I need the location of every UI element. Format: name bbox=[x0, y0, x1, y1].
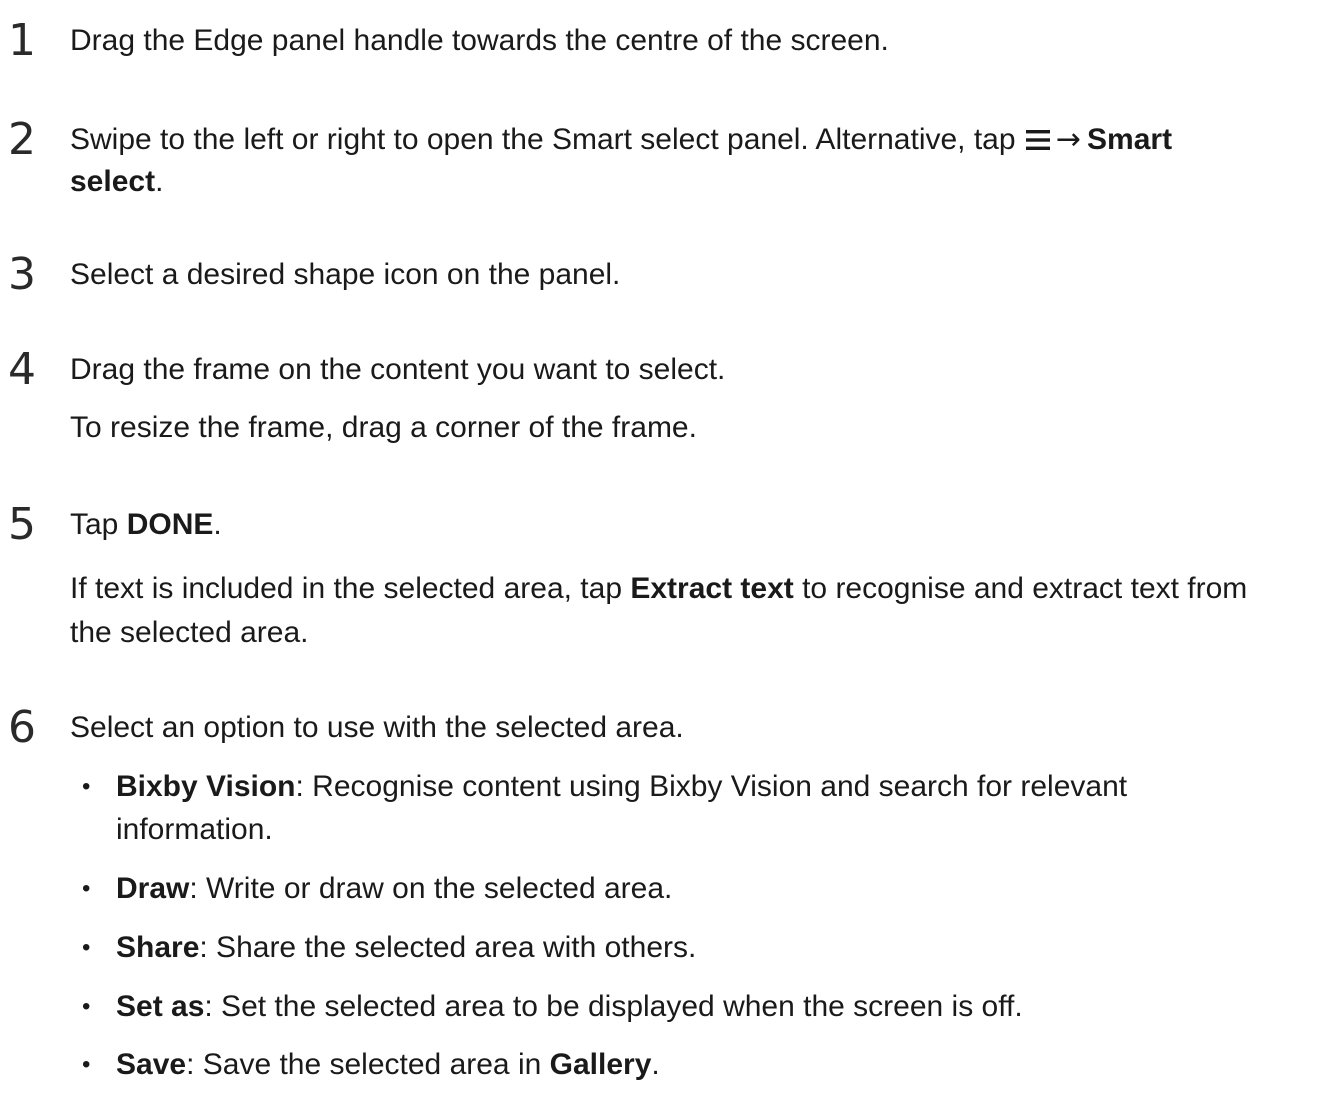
option-save: Save: Save the selected area in Gallery. bbox=[116, 1045, 660, 1085]
option-desc-bold: Gallery bbox=[549, 1048, 652, 1081]
step-5-pre: Tap bbox=[70, 508, 127, 541]
step-4-text: Drag the frame on the content you want t… bbox=[70, 353, 726, 386]
step-2-bold-smart: Smart bbox=[1087, 123, 1173, 156]
option-desc: : Share the selected area with others. bbox=[199, 931, 697, 964]
option-share: Share: Share the selected area with othe… bbox=[116, 928, 696, 968]
step-5-note: If text is included in the selected area… bbox=[70, 569, 1247, 609]
option-label: Bixby Vision bbox=[116, 770, 296, 803]
bullet-icon: • bbox=[82, 875, 91, 902]
step-5-note-line2: the selected area. bbox=[70, 616, 309, 649]
option-label: Save bbox=[116, 1048, 187, 1081]
option-set-as: Set as: Set the selected area to be disp… bbox=[116, 987, 1023, 1027]
option-label: Share bbox=[116, 931, 200, 964]
step-2-text: Swipe to the left or right to open the S… bbox=[70, 120, 1172, 160]
bullet-icon: • bbox=[82, 993, 91, 1020]
step-2-period: . bbox=[155, 165, 164, 198]
option-desc: : Set the selected area to be displayed … bbox=[204, 990, 1023, 1023]
step-3-text: Select a desired shape icon on the panel… bbox=[70, 258, 621, 291]
step-number-5: 5 bbox=[8, 499, 36, 550]
step-2-text-line2: select. bbox=[70, 162, 163, 202]
step-4-note: To resize the frame, drag a corner of th… bbox=[70, 411, 697, 444]
step-number-2: 2 bbox=[8, 114, 36, 165]
option-desc-end: . bbox=[651, 1048, 660, 1081]
option-desc: : Write or draw on the selected area. bbox=[189, 872, 673, 905]
step-number-6: 6 bbox=[8, 702, 36, 753]
step-1-text: Drag the Edge panel handle towards the c… bbox=[70, 24, 889, 57]
step-5-note-pre: If text is included in the selected area… bbox=[70, 572, 631, 605]
step-5-text: Tap DONE. bbox=[70, 505, 222, 545]
option-desc: : Save the selected area in bbox=[186, 1048, 550, 1081]
step-5-note-post: to recognise and extract text from bbox=[793, 572, 1248, 605]
arrow-glyph: → bbox=[1055, 122, 1082, 157]
step-5-period: . bbox=[213, 508, 222, 541]
option-bixby-vision-line2: information. bbox=[116, 813, 273, 846]
step-number-3: 3 bbox=[8, 249, 36, 300]
bullet-icon: • bbox=[82, 934, 91, 961]
option-label: Draw bbox=[116, 872, 190, 905]
bullet-icon: • bbox=[82, 1051, 91, 1078]
step-5-bold-done: DONE bbox=[126, 508, 214, 541]
step-6-text: Select an option to use with the selecte… bbox=[70, 711, 684, 744]
step-2-text-a: Swipe to the left or right to open the S… bbox=[70, 123, 1016, 156]
bullet-icon: • bbox=[82, 773, 91, 800]
step-number-1: 1 bbox=[8, 15, 36, 66]
step-number-4: 4 bbox=[8, 344, 36, 395]
step-2-bold-select: select bbox=[70, 165, 156, 198]
option-draw: Draw: Write or draw on the selected area… bbox=[116, 869, 672, 909]
option-label: Set as bbox=[116, 990, 205, 1023]
option-bixby-vision: Bixby Vision: Recognise content using Bi… bbox=[116, 767, 1127, 807]
step-5-note-bold: Extract text bbox=[630, 572, 794, 605]
menu-icon bbox=[1025, 129, 1050, 151]
option-desc: : Recognise content using Bixby Vision a… bbox=[295, 770, 1128, 803]
